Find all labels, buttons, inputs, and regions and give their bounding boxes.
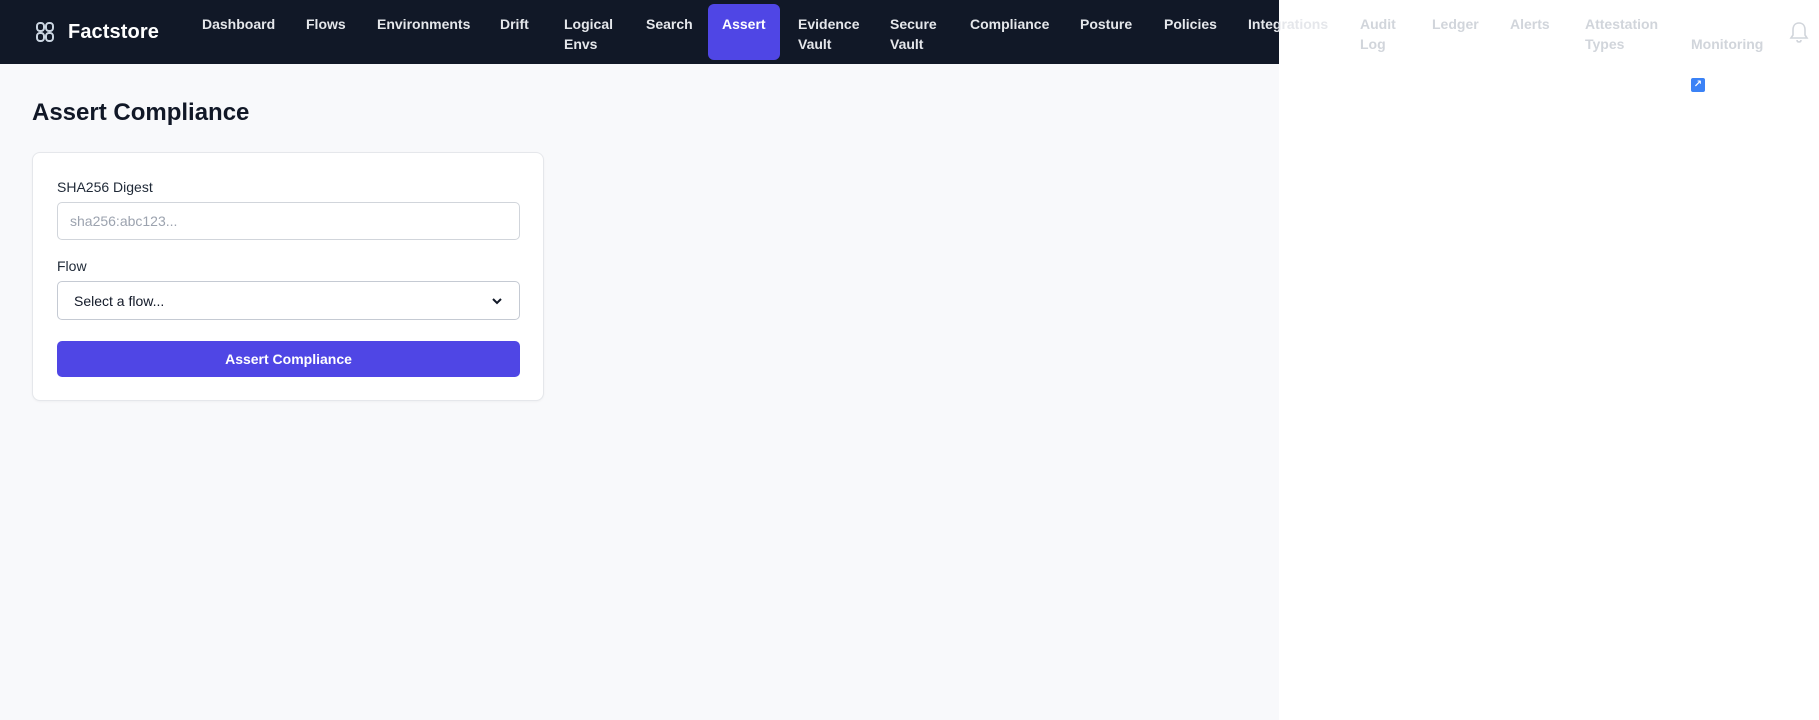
flow-label: Flow xyxy=(57,258,87,274)
nav-dashboard[interactable]: Dashboard xyxy=(188,4,289,60)
page-title: Assert Compliance xyxy=(32,99,250,126)
flow-select-value: Select a flow... xyxy=(74,292,165,309)
nav-search[interactable]: Search xyxy=(632,4,707,60)
app-shell: Factstore Assert Compliance SHA256 Diges… xyxy=(0,0,1279,720)
nav-flows[interactable]: Flows xyxy=(292,4,360,60)
nav-alerts[interactable]: Alerts xyxy=(1496,4,1564,60)
external-link-icon: ↗ xyxy=(1691,78,1705,93)
assert-form-card: SHA256 Digest Flow Select a flow... Asse… xyxy=(32,152,544,401)
nav-audit-log[interactable]: Audit Log xyxy=(1346,4,1410,60)
nav-drift[interactable]: Drift xyxy=(486,4,543,60)
assert-compliance-button[interactable]: Assert Compliance xyxy=(57,341,520,377)
bell-icon[interactable] xyxy=(1788,20,1810,44)
flow-select[interactable]: Select a flow... xyxy=(57,281,520,320)
nav-monitoring[interactable]: Monitoring ↗ xyxy=(1677,4,1777,93)
nav-attestation-types[interactable]: Attestation Types xyxy=(1571,4,1672,60)
brand[interactable]: Factstore xyxy=(34,20,159,44)
nav-evidence-vault[interactable]: Evidence Vault xyxy=(784,4,873,60)
digest-label: SHA256 Digest xyxy=(57,179,153,195)
nav-integrations[interactable]: Integrations xyxy=(1234,4,1342,60)
nav-monitoring-label: Monitoring xyxy=(1691,36,1764,52)
brand-name: Factstore xyxy=(68,20,159,43)
chevron-down-icon xyxy=(492,297,502,304)
chain-link-icon xyxy=(36,22,54,42)
nav-posture[interactable]: Posture xyxy=(1066,4,1146,60)
nav-logical-envs[interactable]: Logical Envs xyxy=(550,4,627,60)
nav-ledger[interactable]: Ledger xyxy=(1418,4,1493,60)
nav-secure-vault[interactable]: Secure Vault xyxy=(876,4,951,60)
nav-policies[interactable]: Policies xyxy=(1150,4,1231,60)
nav-assert[interactable]: Assert xyxy=(708,4,780,60)
digest-input[interactable] xyxy=(57,202,520,240)
nav-compliance[interactable]: Compliance xyxy=(956,4,1063,60)
nav-environments[interactable]: Environments xyxy=(363,4,484,60)
